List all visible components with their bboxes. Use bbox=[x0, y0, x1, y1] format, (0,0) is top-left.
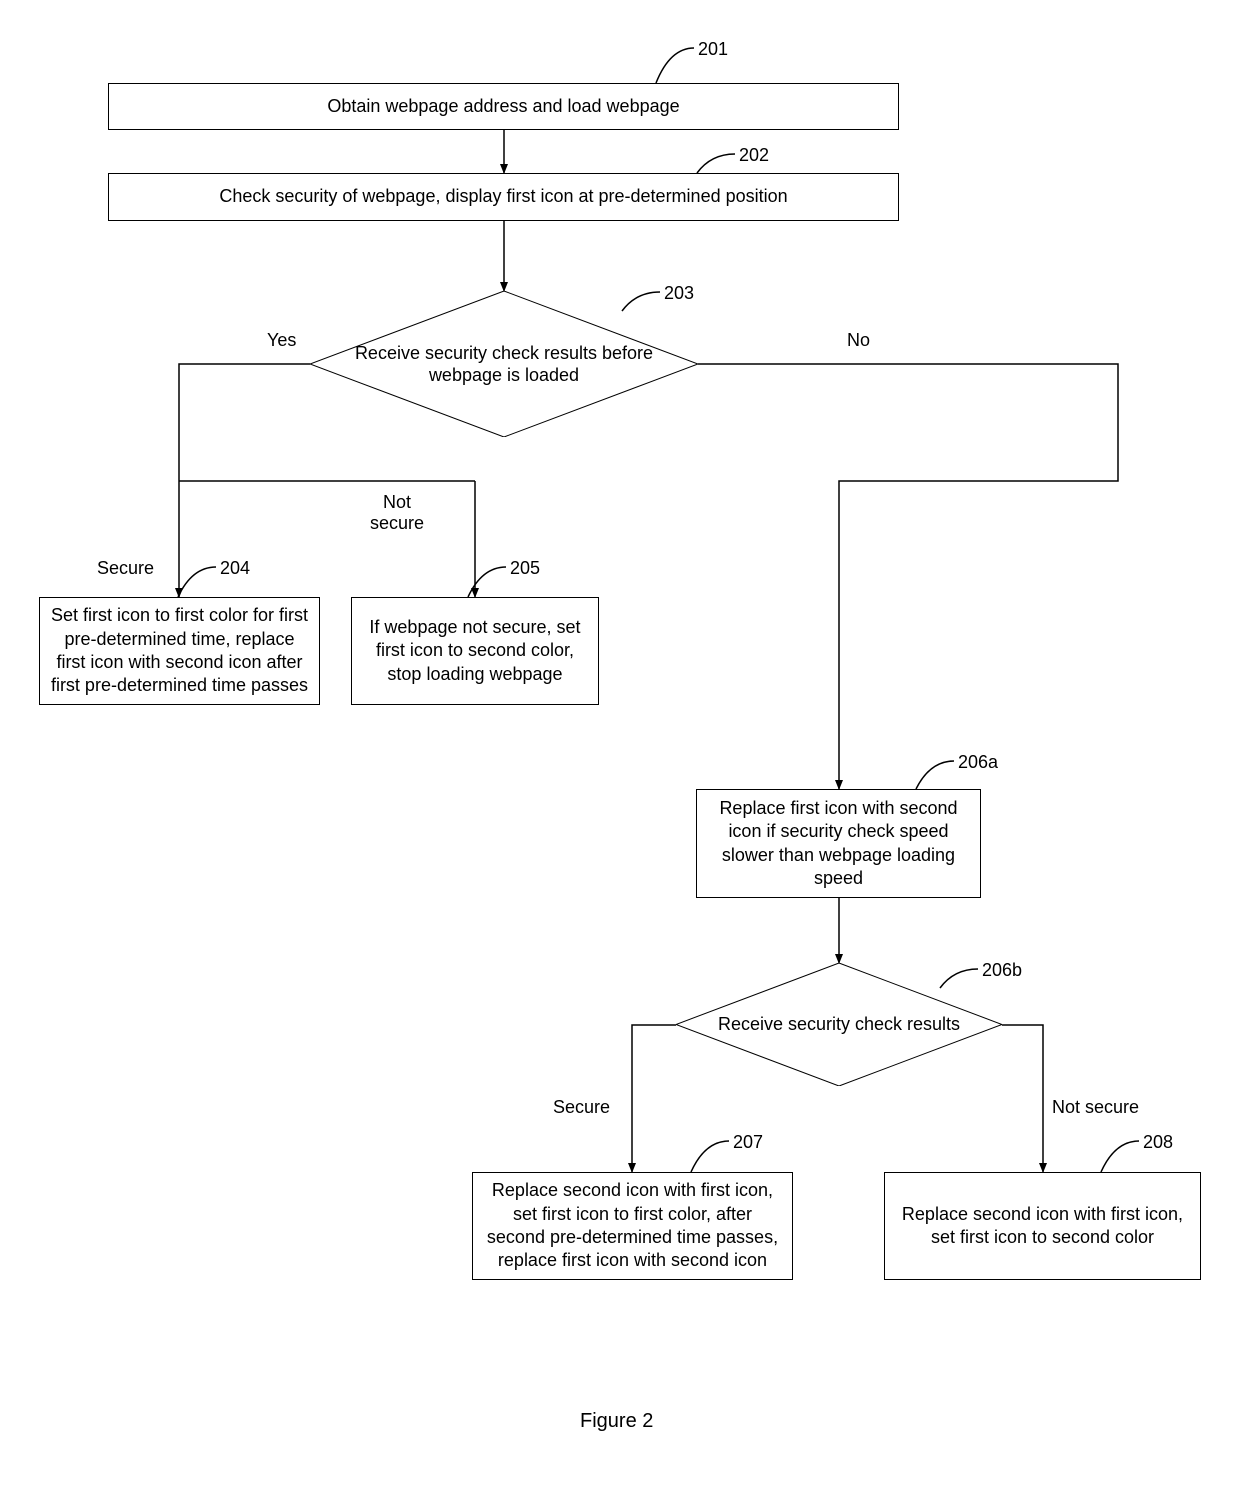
flowchart-canvas: Obtain webpage address and load webpage … bbox=[0, 0, 1240, 1487]
process-201: Obtain webpage address and load webpage bbox=[108, 83, 899, 130]
edge-label-notsecure-205: Not secure bbox=[370, 492, 424, 534]
ref-202: 202 bbox=[739, 145, 769, 166]
ref-208: 208 bbox=[1143, 1132, 1173, 1153]
process-204: Set first icon to first color for first … bbox=[39, 597, 320, 705]
decision-203-text: Receive security check results before we… bbox=[310, 342, 698, 387]
process-208: Replace second icon with first icon, set… bbox=[884, 1172, 1201, 1280]
ref-207: 207 bbox=[733, 1132, 763, 1153]
process-206a: Replace first icon with second icon if s… bbox=[696, 789, 981, 898]
edge-label-secure-207: Secure bbox=[553, 1097, 610, 1118]
decision-206b-text: Receive security check results bbox=[678, 1013, 1000, 1036]
process-202: Check security of webpage, display first… bbox=[108, 173, 899, 221]
edge-label-no-203: No bbox=[847, 330, 870, 351]
ref-204: 204 bbox=[220, 558, 250, 579]
process-205: If webpage not secure, set first icon to… bbox=[351, 597, 599, 705]
ref-206b: 206b bbox=[982, 960, 1022, 981]
process-205-text: If webpage not secure, set first icon to… bbox=[362, 616, 588, 686]
edge-label-secure-204: Secure bbox=[97, 558, 154, 579]
decision-203: Receive security check results before we… bbox=[310, 291, 698, 437]
ref-203: 203 bbox=[664, 283, 694, 304]
process-206a-text: Replace first icon with second icon if s… bbox=[707, 797, 970, 891]
process-204-text: Set first icon to first color for first … bbox=[50, 604, 309, 698]
edge-label-notsecure-208: Not secure bbox=[1052, 1097, 1139, 1118]
figure-caption: Figure 2 bbox=[580, 1410, 653, 1433]
edge-label-yes-203: Yes bbox=[267, 330, 296, 351]
ref-205: 205 bbox=[510, 558, 540, 579]
ref-206a: 206a bbox=[958, 752, 998, 773]
decision-206b: Receive security check results bbox=[676, 963, 1002, 1086]
process-202-text: Check security of webpage, display first… bbox=[219, 185, 787, 208]
process-207: Replace second icon with first icon, set… bbox=[472, 1172, 793, 1280]
process-208-text: Replace second icon with first icon, set… bbox=[895, 1203, 1190, 1250]
process-207-text: Replace second icon with first icon, set… bbox=[483, 1179, 782, 1273]
ref-201: 201 bbox=[698, 39, 728, 60]
process-201-text: Obtain webpage address and load webpage bbox=[327, 95, 679, 118]
